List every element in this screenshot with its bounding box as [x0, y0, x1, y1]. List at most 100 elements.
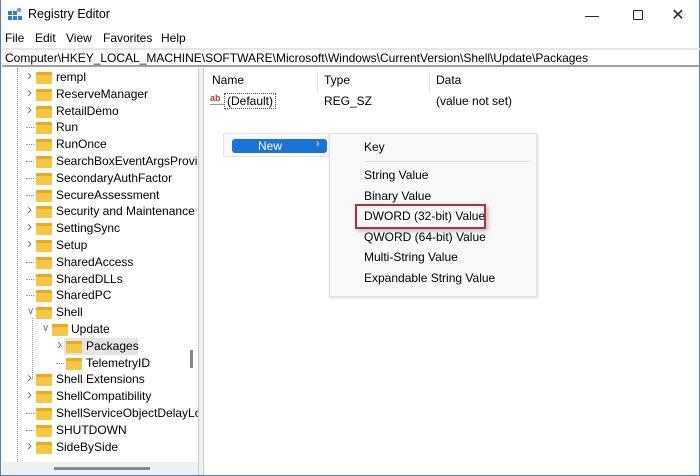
folder-icon [36, 189, 52, 202]
chevron-right-icon[interactable]: › [27, 101, 35, 118]
window-title: Registry Editor [28, 7, 110, 21]
submenu-item-multi-string-value[interactable]: Multi-String Value [364, 250, 458, 264]
tree-item[interactable]: › ShellCompatibility [2, 386, 192, 405]
menu-help[interactable]: Help [161, 31, 186, 45]
submenu-item-binary-value[interactable]: Binary Value [364, 189, 431, 203]
chevron-right-icon[interactable]: › [27, 218, 35, 235]
value-row[interactable]: ab (Default) REG_SZ (value not set) [204, 92, 700, 109]
tree-item[interactable]: › SideBySide [2, 437, 192, 456]
tree-item[interactable]: SearchBoxEventArgsProvi [2, 153, 197, 170]
tree-guide-line [26, 413, 34, 414]
column-header-name[interactable]: Name [212, 73, 244, 87]
tree-item[interactable]: SharedPC [2, 287, 192, 304]
menu-bar: File Edit View Favorites Help [1, 30, 700, 48]
folder-icon [36, 307, 52, 320]
menu-favorites[interactable]: Favorites [103, 31, 152, 45]
tree-item[interactable]: ∨ Update [2, 321, 192, 338]
tree-item[interactable]: › RetailDemo [2, 101, 192, 120]
column-divider[interactable] [317, 70, 318, 92]
folder-icon [36, 206, 52, 219]
horizontal-scroll-thumb[interactable] [54, 467, 150, 470]
tree-item[interactable]: › Setup [2, 235, 192, 254]
tree-item[interactable]: RunOnce [2, 136, 192, 153]
tree-guide-line [26, 127, 34, 129]
tree-item-label: Run [56, 120, 79, 135]
chevron-right-icon[interactable]: › [27, 437, 35, 454]
tree-guide-line [26, 194, 34, 196]
folder-icon [66, 340, 82, 353]
submenu-item-expandable-string-value[interactable]: Expandable String Value [364, 271, 495, 285]
folder-icon [36, 156, 52, 168]
folder-icon [36, 374, 52, 387]
tree-item-label: SharedPC [56, 288, 112, 303]
tree-item-label: ShellCompatibility [56, 389, 152, 404]
chevron-right-icon[interactable]: › [27, 201, 35, 218]
folder-icon [36, 172, 52, 185]
tree-item-label: Security and Maintenance [56, 204, 195, 219]
minimize-button[interactable]: — [569, 0, 615, 30]
tree-item[interactable]: ShellServiceObjectDelayLo [2, 405, 198, 422]
tree-item-label: SecondaryAuthFactor [56, 170, 173, 185]
registry-editor-icon [8, 8, 22, 20]
tree-item[interactable]: Run [2, 119, 192, 136]
column-header-type[interactable]: Type [324, 73, 350, 87]
highlight-box [355, 204, 486, 229]
folder-icon [36, 424, 52, 437]
chevron-right-icon[interactable]: › [27, 84, 35, 101]
chevron-right-icon[interactable]: › [27, 68, 35, 84]
tree-item[interactable]: SharedAccess [2, 254, 192, 271]
folder-icon [36, 441, 52, 454]
tree-item-label: Update [71, 322, 110, 336]
tree-item-label: SecureAssessment [56, 187, 160, 202]
tree-guide-line [56, 362, 64, 364]
tree-vertical-scrollbar[interactable] [190, 350, 193, 368]
tree-item-label: RetailDemo [56, 103, 119, 118]
tree-item-label: rempl [56, 70, 87, 84]
tree-item[interactable]: › Packages [2, 336, 192, 355]
tree-item[interactable]: SharedDLLs [2, 271, 192, 288]
folder-icon [36, 290, 52, 303]
folder-icon [36, 408, 52, 420]
folder-icon [36, 273, 52, 286]
submenu-item-key[interactable]: Key [364, 140, 385, 154]
string-value-icon: ab [210, 93, 224, 105]
menu-item-new-label: New [258, 139, 283, 153]
submenu-item-string-value[interactable]: String Value [364, 168, 428, 182]
menu-file[interactable]: File [5, 31, 24, 45]
address-bar[interactable]: Computer\HKEY_LOCAL_MACHINE\SOFTWARE\Mic… [2, 48, 700, 67]
tree-guide-line [26, 429, 34, 431]
value-type: REG_SZ [324, 94, 373, 108]
tree-item-label: ShellServiceObjectDelayLo [56, 406, 198, 420]
tree-horizontal-scrollbar[interactable] [2, 462, 198, 475]
column-divider[interactable] [429, 70, 430, 92]
folder-icon [36, 256, 52, 269]
submenu-item-qword-value[interactable]: QWORD (64-bit) Value [364, 230, 486, 244]
close-button[interactable]: ✕ [655, 0, 700, 30]
minimize-icon: — [585, 7, 599, 23]
folder-icon [36, 105, 52, 118]
registry-tree[interactable]: › rempl › ReserveManager › RetailDemo Run RunOn… [2, 68, 198, 462]
menu-item-new[interactable]: New › [232, 138, 327, 153]
tree-item[interactable]: SecondaryAuthFactor [2, 170, 192, 187]
menu-separator [365, 161, 529, 162]
tree-guide-line [26, 144, 34, 146]
folder-icon [66, 357, 82, 370]
chevron-right-icon[interactable]: › [27, 369, 35, 386]
folder-icon [36, 223, 52, 236]
folder-icon [52, 324, 68, 336]
tree-item[interactable]: ∨ Shell [2, 304, 192, 321]
chevron-down-icon[interactable]: ∨ [42, 323, 50, 334]
tree-guide-line [26, 177, 34, 179]
chevron-right-icon[interactable]: › [27, 235, 35, 252]
menu-edit[interactable]: Edit [35, 31, 56, 45]
chevron-right-icon[interactable]: › [27, 386, 35, 403]
value-name: (Default) [224, 93, 277, 109]
title-bar: Registry Editor — ✕ [1, 0, 700, 30]
tree-guide-line [26, 278, 34, 280]
chevron-down-icon[interactable]: ∨ [27, 306, 35, 317]
column-header-data[interactable]: Data [436, 73, 461, 87]
tree-item-label: Packages [86, 338, 139, 353]
tree-item-label: TelemetryID [86, 355, 151, 370]
chevron-right-icon[interactable]: › [57, 336, 65, 353]
menu-view[interactable]: View [66, 31, 92, 45]
